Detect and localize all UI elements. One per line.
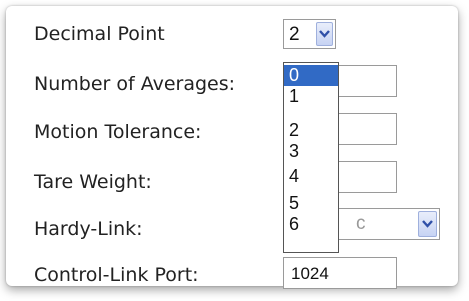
settings-panel: Decimal Point Number of Averages: Motion… (6, 6, 458, 289)
dropdown-option[interactable]: 4 (284, 166, 338, 187)
hardy-link-dropdown-button[interactable] (418, 211, 437, 237)
motion-tolerance-label: Motion Tolerance: (34, 121, 202, 143)
chevron-down-icon (422, 220, 433, 228)
tare-weight-label: Tare Weight: (34, 171, 152, 193)
dropdown-option[interactable]: 2 (284, 120, 338, 141)
hardy-link-value: c (356, 213, 366, 234)
decimal-point-dropdown-button[interactable] (316, 22, 333, 46)
dropdown-option[interactable]: 5 (284, 193, 338, 214)
decimal-point-dropdown-list[interactable]: 0 1 2 3 4 5 6 (283, 62, 339, 253)
decimal-point-label: Decimal Point (34, 23, 165, 45)
hardy-link-label: Hardy-Link: (34, 218, 143, 240)
control-link-port-input[interactable]: 1024 (283, 257, 397, 289)
decimal-point-value: 2 (289, 24, 300, 45)
chevron-down-icon (319, 30, 330, 38)
control-link-port-label: Control-Link Port: (34, 264, 199, 286)
control-link-port-value: 1024 (291, 264, 329, 283)
decimal-point-select[interactable]: 2 (283, 19, 336, 49)
dropdown-option[interactable]: 0 (284, 65, 338, 86)
dropdown-option[interactable]: 1 (284, 86, 338, 107)
dropdown-option[interactable]: 6 (284, 214, 338, 235)
number-of-averages-label: Number of Averages: (34, 73, 236, 95)
dropdown-option[interactable]: 3 (284, 141, 338, 162)
